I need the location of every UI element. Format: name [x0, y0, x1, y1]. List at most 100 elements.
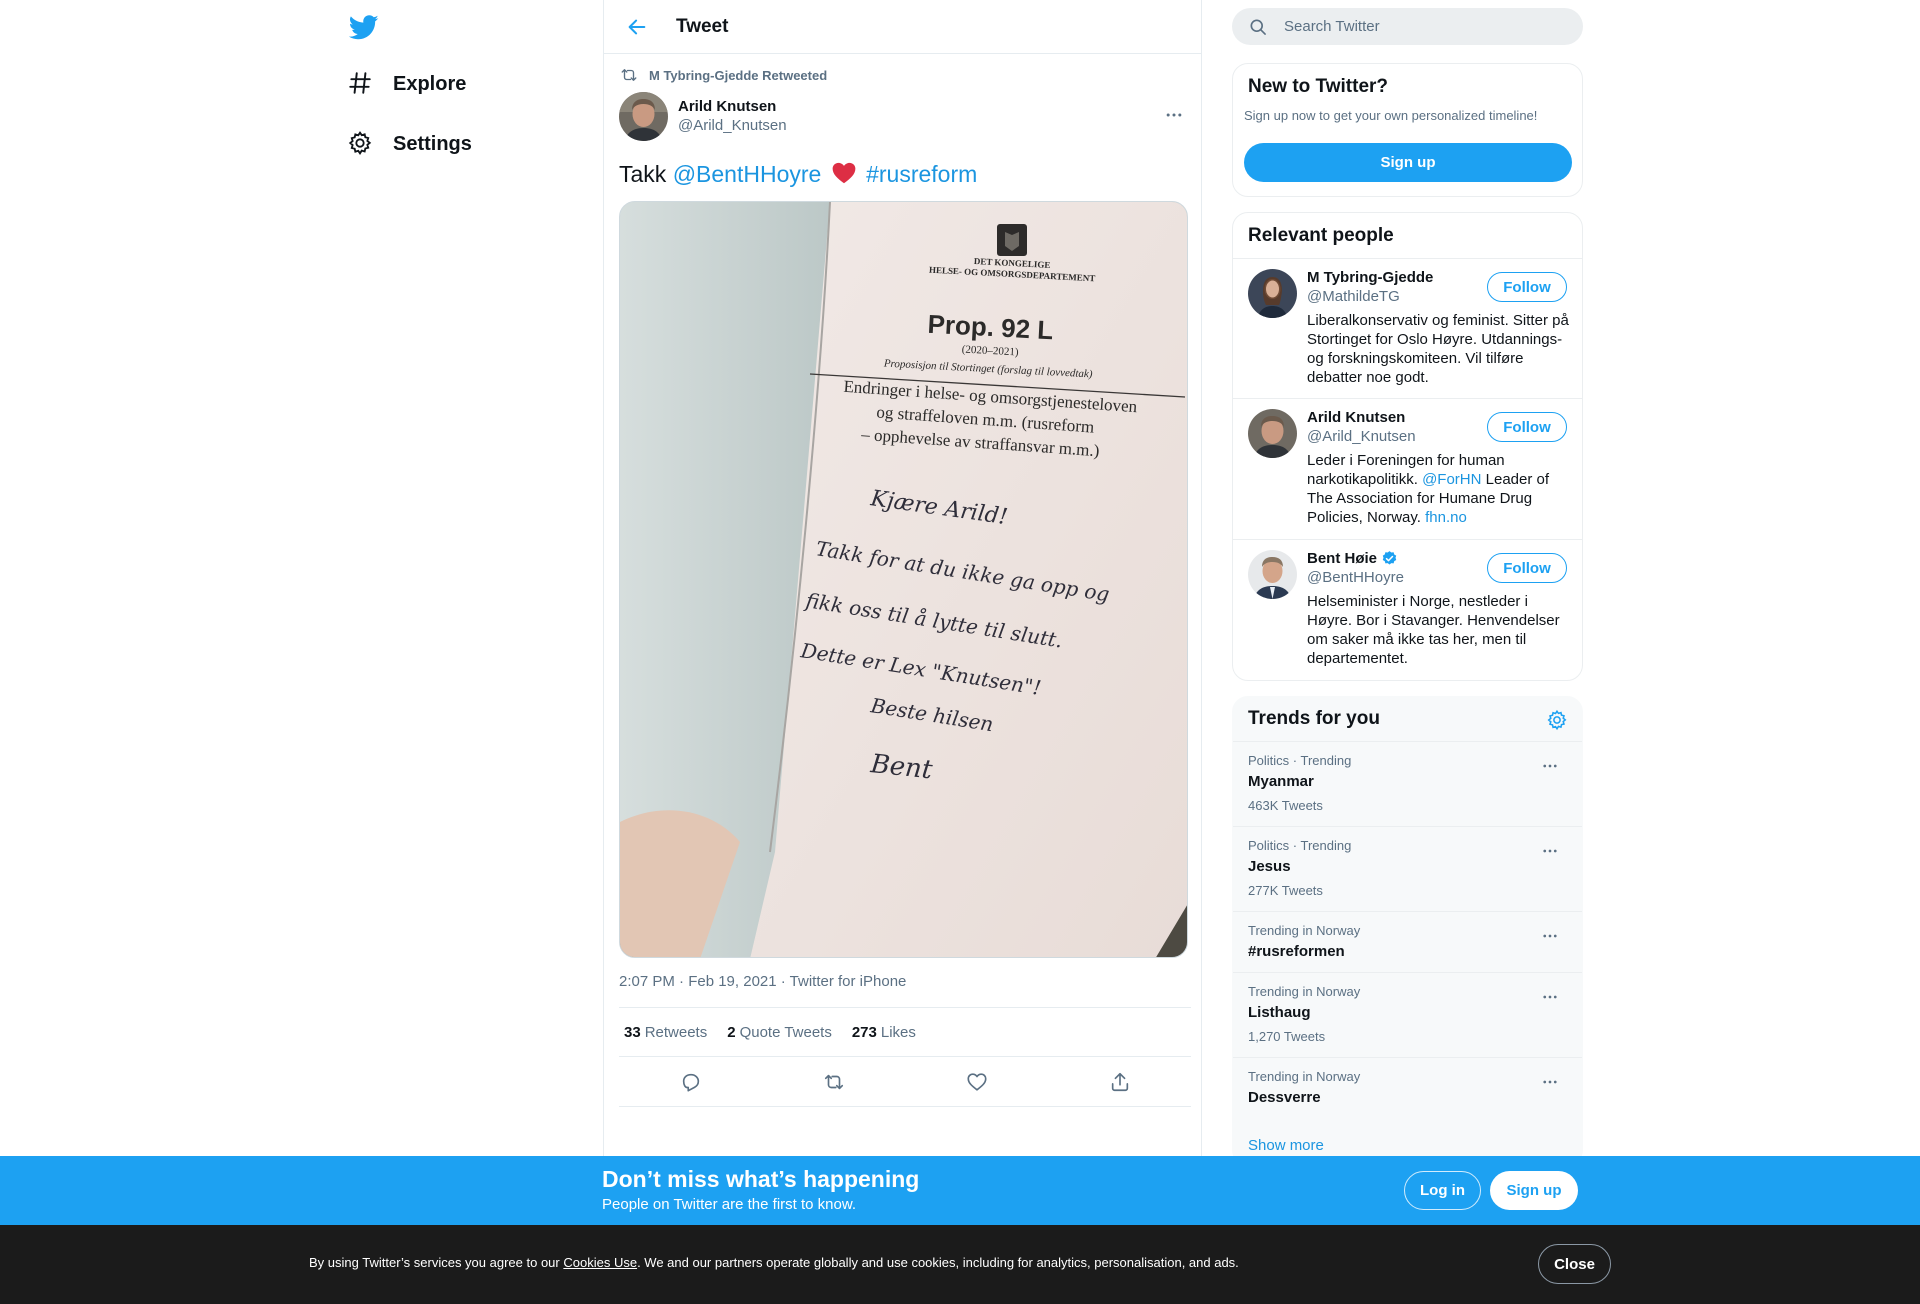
trend-name: Dessverre [1248, 1089, 1321, 1106]
tweet-text-prefix: Takk [619, 161, 673, 187]
follow-button[interactable]: Follow [1487, 412, 1567, 442]
person-name: Bent Høie [1307, 550, 1378, 567]
login-button[interactable]: Log in [1404, 1171, 1481, 1210]
person-bio: Helseminister i Norge, nestleder i Høyre… [1307, 593, 1560, 667]
avatar[interactable] [1248, 269, 1297, 318]
trend-item[interactable]: Trending in Norway Listhaug 1,270 Tweets [1233, 973, 1582, 1058]
like-button[interactable] [960, 1065, 994, 1099]
main-column: Tweet M Tybring-Gjedde Retweeted Arild K… [603, 0, 1202, 1304]
cookies-use-link[interactable]: Cookies Use [563, 1255, 637, 1270]
person-handle[interactable]: @MathildeTG [1307, 287, 1487, 307]
author-handle[interactable]: @Arild_Knutsen [678, 116, 787, 135]
banner-signup-button[interactable]: Sign up [1490, 1171, 1578, 1210]
hashtag-link[interactable]: #rusreform [866, 161, 977, 187]
bio-website-link[interactable]: fhn.no [1425, 509, 1467, 526]
quote-tweets-stat[interactable]: 2 Quote Tweets [727, 1024, 832, 1041]
relevant-people-title: Relevant people [1248, 224, 1394, 246]
person-name-row[interactable]: Bent Høie [1307, 549, 1487, 568]
retweets-label: Retweets [644, 1023, 708, 1041]
person-bio: Liberalkonservativ og feminist. Sitter p… [1307, 312, 1569, 386]
trend-name: Myanmar [1248, 773, 1314, 790]
trends-title: Trends for you [1248, 708, 1380, 729]
cookie-banner: By using Twitter’s services you agree to… [0, 1225, 1920, 1304]
trend-item[interactable]: Trending in Norway #rusreformen [1233, 912, 1582, 973]
nav-explore-label: Explore [393, 72, 467, 95]
trend-item[interactable]: Politics · Trending Myanmar 463K Tweets [1233, 742, 1582, 827]
person-item[interactable]: Arild Knutsen @Arild_Knutsen Follow Lede… [1233, 399, 1582, 540]
red-heart-emoji-icon [830, 160, 858, 186]
tweet-header: Tweet [604, 0, 1201, 54]
avatar[interactable] [1248, 409, 1297, 458]
show-more-link[interactable]: Show more [1248, 1137, 1324, 1154]
quote-tweets-count: 2 [727, 1023, 736, 1041]
trend-count: 1,270 Tweets [1248, 1029, 1326, 1044]
follow-button[interactable]: Follow [1487, 272, 1567, 302]
trend-name: Listhaug [1248, 1004, 1311, 1021]
more-dots-icon[interactable] [1538, 841, 1562, 861]
person-name[interactable]: Arild Knutsen [1307, 408, 1487, 427]
reply-icon [680, 1071, 702, 1093]
gear-icon[interactable] [1546, 709, 1568, 731]
hashtag-icon [347, 70, 375, 98]
trend-item[interactable]: Trending in Norway Dessverre [1233, 1058, 1582, 1119]
more-dots-icon[interactable] [1538, 1072, 1562, 1092]
verified-badge-icon [1381, 550, 1398, 567]
avatar[interactable] [1248, 550, 1297, 599]
likes-stat[interactable]: 273 Likes [852, 1024, 916, 1041]
reply-button[interactable] [674, 1065, 708, 1099]
retweeted-by-text[interactable]: M Tybring-Gjedde Retweeted [649, 68, 827, 83]
retweet-button[interactable] [817, 1065, 851, 1099]
share-icon [1109, 1071, 1131, 1093]
tweet-actions [619, 1057, 1191, 1107]
more-dots-icon[interactable] [1538, 756, 1562, 776]
cookie-text: By using Twitter’s services you agree to… [309, 1255, 1239, 1270]
more-dots-icon[interactable] [1538, 987, 1562, 1007]
nav-settings[interactable]: Settings [347, 124, 472, 164]
search-icon [1248, 17, 1268, 37]
retweets-count: 33 [624, 1023, 641, 1041]
cookie-close-button[interactable]: Close [1538, 1244, 1611, 1284]
heart-icon [966, 1071, 988, 1093]
bio-mention-link[interactable]: @ForHN [1422, 471, 1481, 488]
retweets-stat[interactable]: 33 Retweets [624, 1024, 707, 1041]
tweet-more-button[interactable] [1161, 102, 1187, 128]
tweet-timestamp[interactable]: 2:07 PM · Feb 19, 2021 · Twitter for iPh… [619, 973, 1187, 993]
person-handle[interactable]: @BentHHoyre [1307, 568, 1487, 588]
person-name[interactable]: M Tybring-Gjedde [1307, 268, 1487, 287]
more-dots-icon [1164, 105, 1184, 125]
new-to-twitter-title: New to Twitter? [1248, 76, 1389, 97]
arrow-left-icon [626, 16, 648, 38]
document-photo: DET KONGELIGE HELSE- OG OMSORGSDEPARTEME… [620, 202, 1187, 957]
cookie-text-after: . We and our partners operate globally a… [637, 1255, 1239, 1270]
mention-link[interactable]: @BentHHoyre [673, 161, 822, 187]
search-bar[interactable] [1232, 8, 1583, 45]
author-name[interactable]: Arild Knutsen [678, 97, 787, 116]
trend-count: 277K Tweets [1248, 883, 1323, 898]
search-input[interactable] [1284, 18, 1544, 35]
nav-explore[interactable]: Explore [347, 64, 466, 104]
person-item[interactable]: Bent Høie @BentHHoyre Follow Helseminist… [1233, 540, 1582, 680]
likes-count: 273 [851, 1023, 877, 1041]
twitter-bird-icon[interactable] [347, 10, 381, 44]
signup-button[interactable]: Sign up [1244, 143, 1572, 182]
more-dots-icon[interactable] [1538, 926, 1562, 946]
person-handle[interactable]: @Arild_Knutsen [1307, 427, 1487, 447]
retweet-context: M Tybring-Gjedde Retweeted [619, 64, 1187, 86]
quote-tweets-label: Quote Tweets [739, 1023, 832, 1041]
nav-settings-label: Settings [393, 132, 472, 155]
gear-icon [347, 130, 375, 158]
retweet-icon [823, 1071, 845, 1093]
avatar[interactable] [619, 91, 668, 141]
new-to-twitter-card: New to Twitter? Sign up now to get your … [1232, 63, 1583, 197]
tweet-photo[interactable]: DET KONGELIGE HELSE- OG OMSORGSDEPARTEME… [619, 201, 1188, 958]
follow-button[interactable]: Follow [1487, 553, 1567, 583]
trend-meta: Politics · Trending [1248, 753, 1352, 768]
relevant-people-card: Relevant people M Tybring-Gjedde @Mathil… [1232, 212, 1583, 681]
back-button[interactable] [618, 8, 656, 46]
likes-label: Likes [880, 1023, 916, 1041]
trend-item[interactable]: Politics · Trending Jesus 277K Tweets [1233, 827, 1582, 912]
page-title: Tweet [676, 15, 729, 37]
person-item[interactable]: M Tybring-Gjedde @MathildeTG Follow Libe… [1233, 259, 1582, 399]
share-button[interactable] [1103, 1065, 1137, 1099]
tweet-author: Arild Knutsen @Arild_Knutsen [619, 91, 1187, 141]
